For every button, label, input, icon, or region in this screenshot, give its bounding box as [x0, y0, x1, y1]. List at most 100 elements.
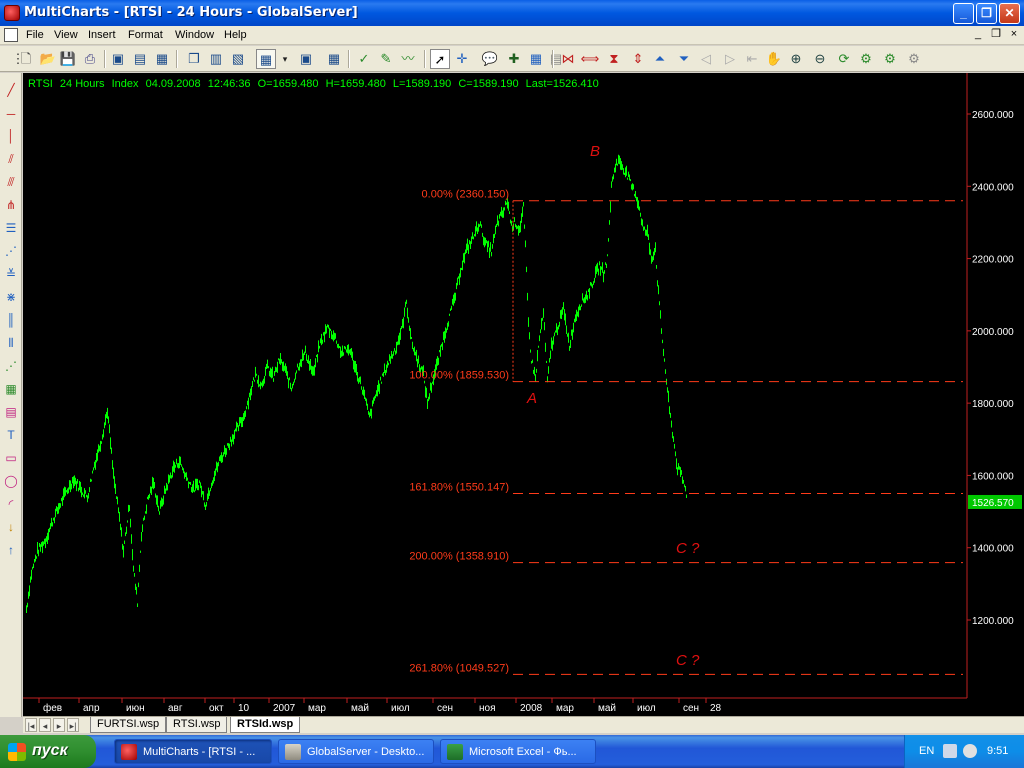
- strategy-icon[interactable]: ⚙: [880, 49, 900, 69]
- gann-fan-icon[interactable]: ⋇: [2, 288, 20, 306]
- speed-lines-icon[interactable]: ⋰: [2, 357, 20, 375]
- save-icon[interactable]: 💾: [58, 49, 78, 69]
- price-tick-label: 1400.000: [972, 544, 1014, 555]
- crosshair-icon[interactable]: ✛: [452, 49, 472, 69]
- new-file-icon[interactable]: 🗋: [16, 49, 36, 69]
- rectangle-icon[interactable]: ▭: [2, 449, 20, 467]
- language-indicator[interactable]: EN: [919, 745, 934, 757]
- layout-icon[interactable]: ▣: [296, 49, 316, 69]
- cycle-lines-icon[interactable]: ⫴: [2, 334, 20, 352]
- menu-window[interactable]: Window: [175, 29, 214, 41]
- menu-insert[interactable]: Insert: [88, 29, 116, 41]
- vertical-expand-icon[interactable]: ⇕: [628, 49, 648, 69]
- excel-icon[interactable]: ▦: [526, 49, 546, 69]
- time-zones-icon[interactable]: ║: [2, 311, 20, 329]
- tab-next-button[interactable]: ▸: [53, 718, 65, 732]
- minimize-button[interactable]: _: [953, 3, 974, 24]
- wave-label-b: B: [590, 143, 600, 160]
- tab-rtsid[interactable]: RTSId.wsp: [230, 717, 301, 733]
- comment-icon[interactable]: 💬: [480, 49, 500, 69]
- hourglass-icon[interactable]: ⧗: [604, 49, 624, 69]
- scroll-left-icon[interactable]: ◁: [696, 49, 716, 69]
- wave-icon[interactable]: 〰: [398, 49, 418, 69]
- volume-icon[interactable]: [963, 744, 977, 758]
- fib-level-label: 100.00% (1859.530): [409, 370, 509, 382]
- vertical-line-icon[interactable]: │: [2, 127, 20, 145]
- tab-rtsi[interactable]: RTSI.wsp: [166, 717, 228, 733]
- check-icon[interactable]: ✓: [354, 49, 374, 69]
- taskbar-globalserver[interactable]: GlobalServer - Deskto...: [278, 739, 434, 764]
- horizontal-line-icon[interactable]: ─: [2, 105, 20, 123]
- fibonacci-extension-tool[interactable]: 0.00% (2360.150) 100.00% (1859.530) 161.80…: [409, 189, 963, 675]
- tile-icon[interactable]: ▥: [206, 49, 226, 69]
- pan-icon[interactable]: ✋: [764, 49, 784, 69]
- new-chart-window-icon[interactable]: ▣: [108, 49, 128, 69]
- fibonacci-fan-icon[interactable]: ⋰: [2, 242, 20, 260]
- menu-file[interactable]: File: [26, 29, 44, 41]
- tab-last-button[interactable]: ▸|: [67, 718, 79, 732]
- chart-type-icon[interactable]: ▦: [256, 49, 276, 69]
- expand-icon[interactable]: ⟺: [580, 49, 600, 69]
- document-icon[interactable]: [4, 28, 18, 42]
- text-tool-icon[interactable]: T: [2, 426, 20, 444]
- fibonacci-extension-icon[interactable]: ≚: [2, 265, 20, 283]
- grid-icon[interactable]: ▦: [324, 49, 344, 69]
- start-button[interactable]: пуск: [0, 735, 96, 768]
- pencil-icon[interactable]: ✎: [376, 49, 396, 69]
- price-tick-label: 2200.000: [972, 255, 1014, 266]
- regression-channel-icon[interactable]: ⫻: [2, 173, 20, 191]
- grid-tool-icon[interactable]: ▦: [2, 380, 20, 398]
- format-icon[interactable]: ▧: [228, 49, 248, 69]
- scroll-up-icon[interactable]: ⏶: [650, 49, 670, 69]
- price-tick-label: 1200.000: [972, 616, 1014, 627]
- fibonacci-retracement-icon[interactable]: ☰: [2, 219, 20, 237]
- print-icon[interactable]: ⎙: [80, 49, 100, 69]
- time-tick-label: июл: [391, 703, 410, 714]
- close-button[interactable]: ✕: [999, 3, 1020, 24]
- menu-help[interactable]: Help: [224, 29, 247, 41]
- maximize-button[interactable]: ❐: [976, 3, 997, 24]
- chart-canvas[interactable]: 0.00% (2360.150) 100.00% (1859.530) 161.80…: [23, 73, 1024, 716]
- chart-type-dropdown-icon[interactable]: ▾: [275, 49, 295, 69]
- parallel-channel-icon[interactable]: ⫽: [2, 150, 20, 168]
- scroll-down-icon[interactable]: ⏷: [674, 49, 694, 69]
- ellipse-icon[interactable]: ◯: [2, 472, 20, 490]
- mdi-restore-button[interactable]: ❐: [988, 28, 1004, 42]
- menu-view[interactable]: View: [54, 29, 78, 41]
- scroll-right-icon[interactable]: ▷: [720, 49, 740, 69]
- taskbar-excel[interactable]: Microsoft Excel - Фь...: [440, 739, 596, 764]
- settings-icon[interactable]: ⚙: [904, 49, 924, 69]
- arrow-up-icon[interactable]: ↑: [2, 541, 20, 559]
- arc-icon[interactable]: ◜: [2, 495, 20, 513]
- time-tick-label: май: [351, 703, 369, 714]
- mdi-close-button[interactable]: ×: [1006, 28, 1022, 42]
- cursor-arrow-icon[interactable]: ➚: [430, 49, 450, 69]
- refresh-icon[interactable]: ⟳: [834, 49, 854, 69]
- arrow-down-icon[interactable]: ↓: [2, 518, 20, 536]
- zoom-in-icon[interactable]: ⊕: [786, 49, 806, 69]
- pitchfork-icon[interactable]: ⋔: [2, 196, 20, 214]
- time-tick-label: июл: [637, 703, 656, 714]
- zoom-out-icon[interactable]: ⊖: [810, 49, 830, 69]
- new-window-icon[interactable]: ▤: [130, 49, 150, 69]
- menu-format[interactable]: Format: [128, 29, 163, 41]
- price-ruler-icon[interactable]: ▤: [2, 403, 20, 421]
- multicharts-app-icon[interactable]: [4, 5, 20, 21]
- network-icon[interactable]: [943, 744, 957, 758]
- open-folder-icon[interactable]: 📂: [38, 49, 58, 69]
- squeeze-icon[interactable]: ⋈: [558, 49, 578, 69]
- taskbar-multicharts[interactable]: MultiCharts - [RTSI - ...: [114, 739, 272, 764]
- taskbar-multicharts-label: MultiCharts - [RTSI - ...: [143, 746, 256, 758]
- trendline-icon[interactable]: ╱: [2, 81, 20, 99]
- tab-furtsi[interactable]: FURTSI.wsp: [90, 717, 167, 733]
- tab-prev-button[interactable]: ◂: [39, 718, 51, 732]
- price-chart[interactable]: 0.00% (2360.150) 100.00% (1859.530) 161.80…: [23, 73, 1024, 716]
- scroll-begin-icon[interactable]: ⇤: [742, 49, 762, 69]
- signal-icon[interactable]: ⚙: [856, 49, 876, 69]
- mdi-minimize-button[interactable]: _: [970, 28, 986, 42]
- tab-first-button[interactable]: |◂: [25, 718, 37, 732]
- cascade-icon[interactable]: ❐: [184, 49, 204, 69]
- quote-manager-icon[interactable]: ▦: [152, 49, 172, 69]
- cross-plus-icon[interactable]: ✚: [504, 49, 524, 69]
- taskbar-globalserver-label: GlobalServer - Deskto...: [307, 746, 425, 758]
